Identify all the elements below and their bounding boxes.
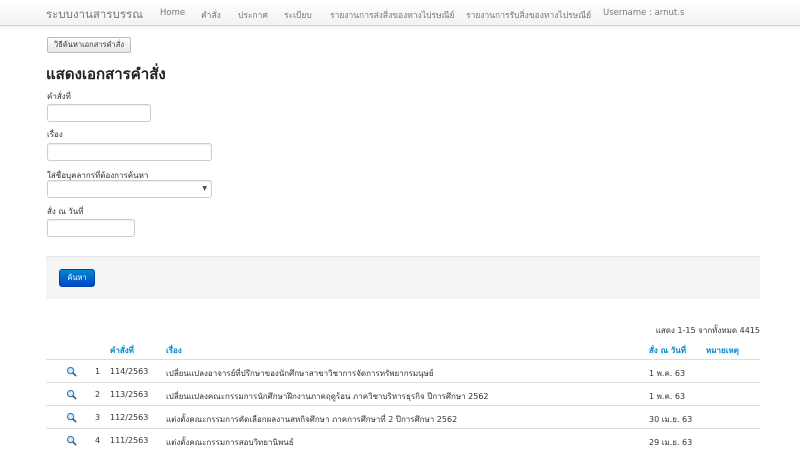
- navbar-brand[interactable]: ระบบงานสารบรรณ: [46, 6, 143, 24]
- subject-input[interactable]: [47, 143, 212, 161]
- person-select[interactable]: ▼: [47, 180, 212, 198]
- row-subject: แต่งตั้งคณะกรรมการคัดเลือกผลงานสหกิจศึกษ…: [166, 415, 458, 424]
- magnifier-icon[interactable]: [66, 389, 77, 400]
- row-date: 1 พ.ค. 63: [649, 392, 686, 401]
- row-order-no: 114/2563: [110, 367, 149, 376]
- nav-home[interactable]: Home: [160, 8, 185, 18]
- form-actions: ค้นหา: [46, 256, 760, 299]
- date-input[interactable]: [47, 219, 135, 237]
- search-button[interactable]: ค้นหา: [59, 269, 95, 287]
- table-row: 2 113/2563 เปลี่ยนแปลงคณะกรรมการนักศึกษา…: [46, 383, 760, 406]
- top-navbar: ระบบงานสารบรรณ Home คำสั่ง ประกาศ ระเบีย…: [0, 0, 800, 26]
- result-summary: แสดง 1-15 จากทั้งหมด 4415: [655, 326, 760, 335]
- header-note[interactable]: หมายเหตุ: [706, 344, 739, 357]
- nav-regulations[interactable]: ระเบียบ: [284, 8, 312, 22]
- nav-announcements[interactable]: ประกาศ: [238, 8, 268, 22]
- row-date: 29 เม.ย. 63: [649, 438, 693, 447]
- row-order-no: 111/2563: [110, 436, 149, 445]
- magnifier-icon[interactable]: [66, 412, 77, 423]
- header-subject[interactable]: เรื่อง: [166, 344, 182, 357]
- row-index: 4: [95, 436, 101, 445]
- date-label: สั่ง ณ วันที่: [47, 207, 84, 216]
- orders-table: คำสั่งที่ เรื่อง สั่ง ณ วันที่ หมายเหตุ …: [46, 340, 760, 450]
- table-row: 3 112/2563 แต่งตั้งคณะกรรมการคัดเลือกผลง…: [46, 406, 760, 429]
- row-subject: เปลี่ยนแปลงคณะกรรมการนักศึกษาฝึกงานภาคฤด…: [166, 392, 489, 401]
- table-row: 4 111/2563 แต่งตั้งคณะกรรมการสอบวิทยานิพ…: [46, 429, 760, 450]
- row-date: 30 เม.ย. 63: [649, 415, 693, 424]
- nav-report-send-mail[interactable]: รายงานการส่งสิ่งของทางไปรษณีย์: [330, 8, 455, 22]
- magnifier-icon[interactable]: [66, 366, 77, 377]
- nav-username[interactable]: Username : arnut.s: [603, 8, 684, 18]
- row-date: 1 พ.ค. 63: [649, 369, 686, 378]
- caret-down-icon: ▼: [202, 185, 207, 192]
- row-index: 2: [95, 390, 101, 399]
- row-index: 3: [95, 413, 101, 422]
- nav-orders[interactable]: คำสั่ง: [201, 8, 221, 22]
- table-header: คำสั่งที่ เรื่อง สั่ง ณ วันที่ หมายเหตุ: [46, 340, 760, 360]
- row-subject: แต่งตั้งคณะกรรมการสอบวิทยานิพนธ์: [166, 438, 294, 447]
- search-guide-button[interactable]: วิธีค้นหาเอกสารคำสั่ง: [47, 37, 131, 53]
- page-title: แสดงเอกสารคำสั่ง: [46, 65, 166, 83]
- header-date[interactable]: สั่ง ณ วันที่: [649, 344, 686, 357]
- order-no-label: คำสั่งที่: [47, 92, 71, 101]
- row-order-no: 112/2563: [110, 413, 149, 422]
- row-subject: เปลี่ยนแปลงอาจารย์ที่ปรึกษาของนักศึกษาสา…: [166, 369, 434, 378]
- row-order-no: 113/2563: [110, 390, 149, 399]
- order-no-input[interactable]: [47, 104, 151, 122]
- nav-report-receive-mail[interactable]: รายงานการรับสิ่งของทางไปรษณีย์: [466, 8, 591, 22]
- subject-label: เรื่อง: [47, 130, 63, 139]
- header-order-no[interactable]: คำสั่งที่: [110, 344, 134, 357]
- row-index: 1: [95, 367, 101, 376]
- table-row: 1 114/2563 เปลี่ยนแปลงอาจารย์ที่ปรึกษาขอ…: [46, 360, 760, 383]
- magnifier-icon[interactable]: [66, 435, 77, 446]
